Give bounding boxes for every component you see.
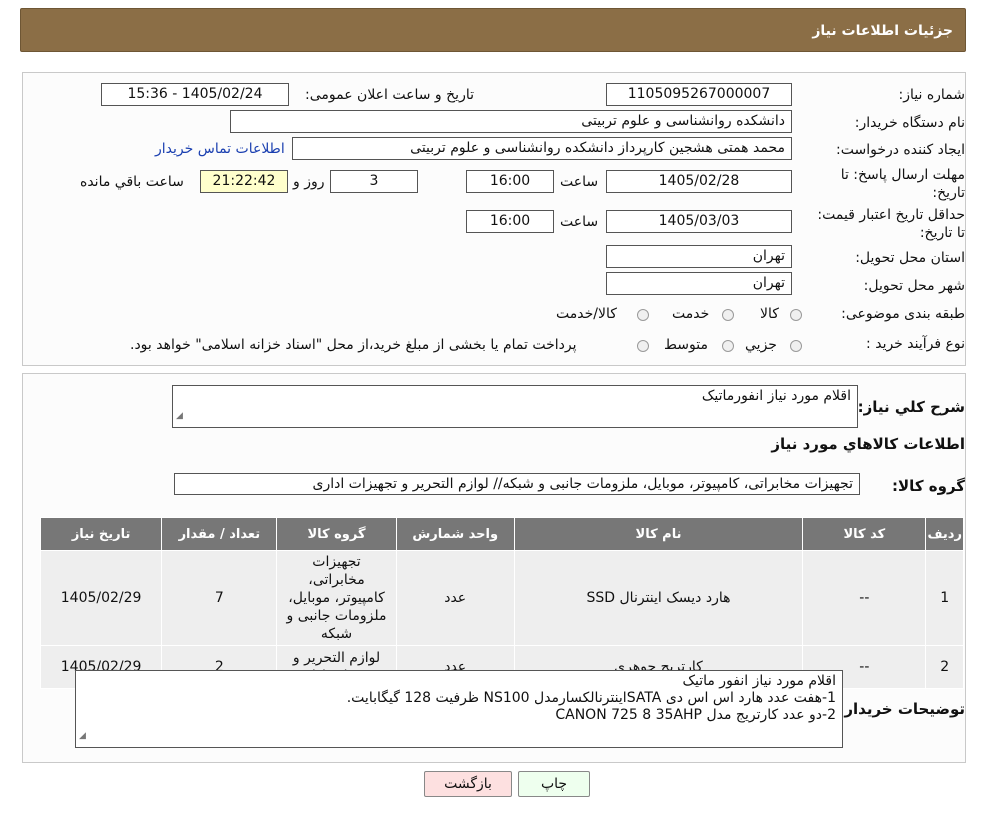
items-section-title: اطلاعات كالاهاي مورد نياز: [771, 435, 965, 453]
row-unit: عدد: [395, 550, 515, 646]
category-label: طبقه بندی موضوعی:: [841, 306, 965, 322]
buyer-notes-line: 2-دو عدد کارتریج مدل CANON 725 8 35AHP: [555, 707, 836, 723]
buyer-org-field: دانشکده روانشناسی و علوم تربیتی: [230, 110, 792, 133]
group-label: گروه کالا:: [892, 477, 965, 495]
process-radio-medium[interactable]: [722, 340, 734, 352]
requester-label: ایجاد کننده درخواست:: [836, 142, 965, 158]
resize-grip-icon[interactable]: ◢: [176, 408, 183, 425]
summary-label: شرح کلي نياز:: [857, 398, 965, 416]
deadline-date-field: 1405/02/28: [606, 170, 792, 193]
remaining-days-field: 3: [330, 170, 418, 193]
category-radio-service[interactable]: [722, 309, 734, 321]
buyer-notes-line: 1-هفت عدد هارد اس اس دی SATAاینترنالکسار…: [346, 690, 836, 706]
row-date: 1405/02/29: [39, 550, 163, 646]
process-label: نوع فرآیند خرید :: [866, 336, 965, 352]
validity-date-field: 1405/03/03: [606, 210, 792, 233]
need-number-field: 1105095267000007: [606, 83, 792, 106]
process-option-medium: متوسط: [664, 337, 708, 353]
row-index: 1: [925, 550, 964, 646]
deadline-label: مهلت ارسال پاسخ: تا تاریخ:: [840, 167, 965, 201]
process-option-minor: جزیي: [745, 337, 777, 353]
buyer-contact-link[interactable]: اطلاعات تماس خریدار: [155, 141, 285, 157]
announce-label: تاریخ و ساعت اعلان عمومی:: [305, 87, 474, 103]
validity-time-label: ساعت: [560, 214, 599, 230]
back-button[interactable]: بازگشت: [424, 771, 512, 797]
validity-time-field: 16:00: [466, 210, 554, 233]
category-radio-goods-service[interactable]: [637, 309, 649, 321]
process-radio-minor[interactable]: [790, 340, 802, 352]
col-name-header: نام کالا: [513, 517, 804, 551]
page-title: جزئیات اطلاعات نیاز: [812, 23, 953, 39]
resize-grip-icon[interactable]: ◢: [79, 728, 86, 745]
city-field: تهران: [606, 272, 792, 295]
city-label: شهر محل تحویل:: [863, 278, 965, 294]
print-button[interactable]: چاپ: [518, 771, 590, 797]
row-code: --: [802, 550, 927, 646]
category-option-service: خدمت: [672, 306, 710, 322]
row-name: هارد دیسک اینترنال SSD: [513, 550, 804, 646]
province-field: تهران: [606, 245, 792, 268]
validity-label: حداقل تاریخ اعتبار قیمت: تا تاریخ:: [817, 207, 965, 241]
page-header: جزئیات اطلاعات نیاز: [20, 8, 966, 52]
col-group-header: گروه کالا: [276, 517, 397, 551]
col-code-header: کد کالا: [802, 517, 927, 551]
table-header-row: رديف کد کالا نام کالا واحد شمارش گروه کا…: [39, 517, 964, 551]
col-row-header: رديف: [925, 517, 964, 551]
announce-datetime-field: 1405/02/24 - 15:36: [101, 83, 289, 106]
row-group: تجهیزات مخابراتی، کامپیوتر، موبایل، ملزو…: [276, 550, 397, 646]
category-option-goods-service: کالا/خدمت: [556, 306, 617, 322]
buyer-notes-textarea: اقلام مورد نیاز انفور ماتیک 1-هفت عدد ها…: [75, 670, 843, 748]
row-qty: 7: [161, 550, 278, 646]
process-checkbox-treasury[interactable]: [637, 340, 649, 352]
col-qty-header: تعداد / مقدار: [161, 517, 278, 551]
col-unit-header: واحد شمارش: [395, 517, 515, 551]
category-radio-goods[interactable]: [790, 309, 802, 321]
summary-text: اقلام مورد نیاز انفورماتیک: [701, 388, 851, 404]
remaining-time-field: 21:22:42: [200, 170, 288, 193]
buyer-org-label: نام دستگاه خریدار:: [854, 115, 965, 131]
summary-textarea: اقلام مورد نیاز انفورماتیک ◢: [172, 385, 858, 428]
process-treasury-note: پرداخت تمام یا بخشی از مبلغ خرید،از محل …: [130, 337, 577, 353]
buyer-notes-label: توضیحات خریدار:: [838, 700, 965, 718]
buyer-notes-line: اقلام مورد نیاز انفور ماتیک: [682, 673, 836, 689]
deadline-time-label: ساعت: [560, 174, 599, 190]
requester-field: محمد همتی هشجین کارپرداز دانشکده روانشنا…: [292, 137, 792, 160]
days-label: روز و: [293, 174, 325, 190]
table-row: 1 -- هارد دیسک اینترنال SSD عدد تجهیزات …: [39, 550, 964, 646]
need-number-label: شماره نیاز:: [898, 87, 966, 103]
group-field: تجهیزات مخابراتی، کامپیوتر، موبایل، ملزو…: [174, 473, 860, 495]
row-index: 2: [925, 645, 964, 689]
col-date-header: تاریخ نیاز: [39, 517, 163, 551]
deadline-time-field: 16:00: [466, 170, 554, 193]
items-table: رديف کد کالا نام کالا واحد شمارش گروه کا…: [39, 517, 964, 689]
remaining-label: ساعت باقي مانده: [80, 174, 184, 190]
category-option-goods: کالا: [760, 306, 779, 322]
province-label: استان محل تحویل:: [855, 250, 965, 266]
